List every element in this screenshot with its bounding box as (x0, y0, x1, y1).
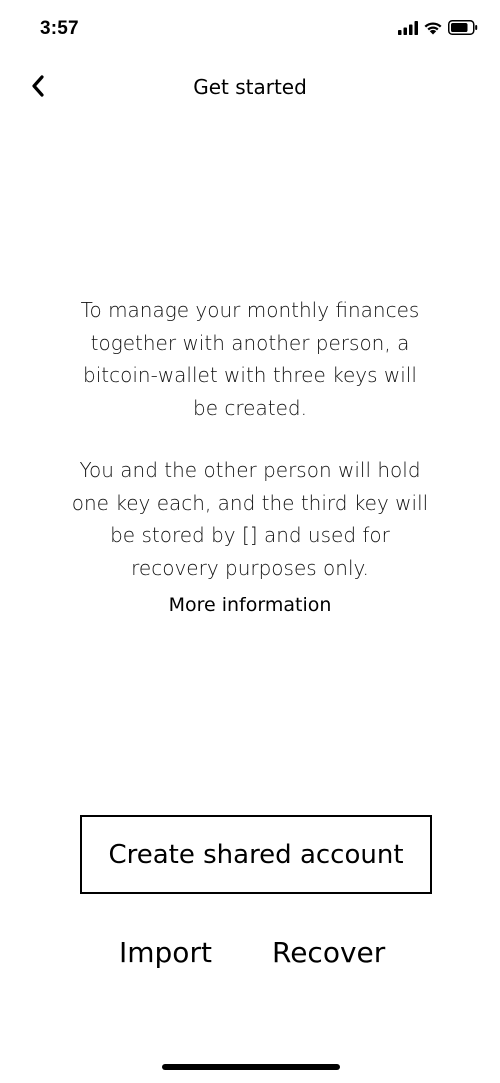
battery-icon (448, 20, 478, 39)
recover-button[interactable]: Recover (272, 936, 385, 969)
secondary-actions: Import Recover (0, 936, 500, 976)
status-time: 3:57 (40, 18, 79, 39)
navigation-bar: Get started (0, 60, 500, 116)
keys-paragraph: You and the other person will hold one k… (71, 458, 429, 580)
wifi-icon (423, 20, 443, 39)
create-shared-account-button[interactable]: Create shared account (80, 815, 432, 894)
page-title: Get started (193, 75, 307, 99)
status-bar: 3:57 (0, 0, 500, 60)
more-information-link[interactable]: More information (0, 594, 500, 616)
intro-paragraph: To manage your monthly finances together… (80, 298, 420, 420)
signal-icon (398, 20, 418, 39)
import-button[interactable]: Import (119, 936, 212, 969)
home-indicator (162, 1064, 340, 1070)
status-icons (398, 20, 478, 39)
